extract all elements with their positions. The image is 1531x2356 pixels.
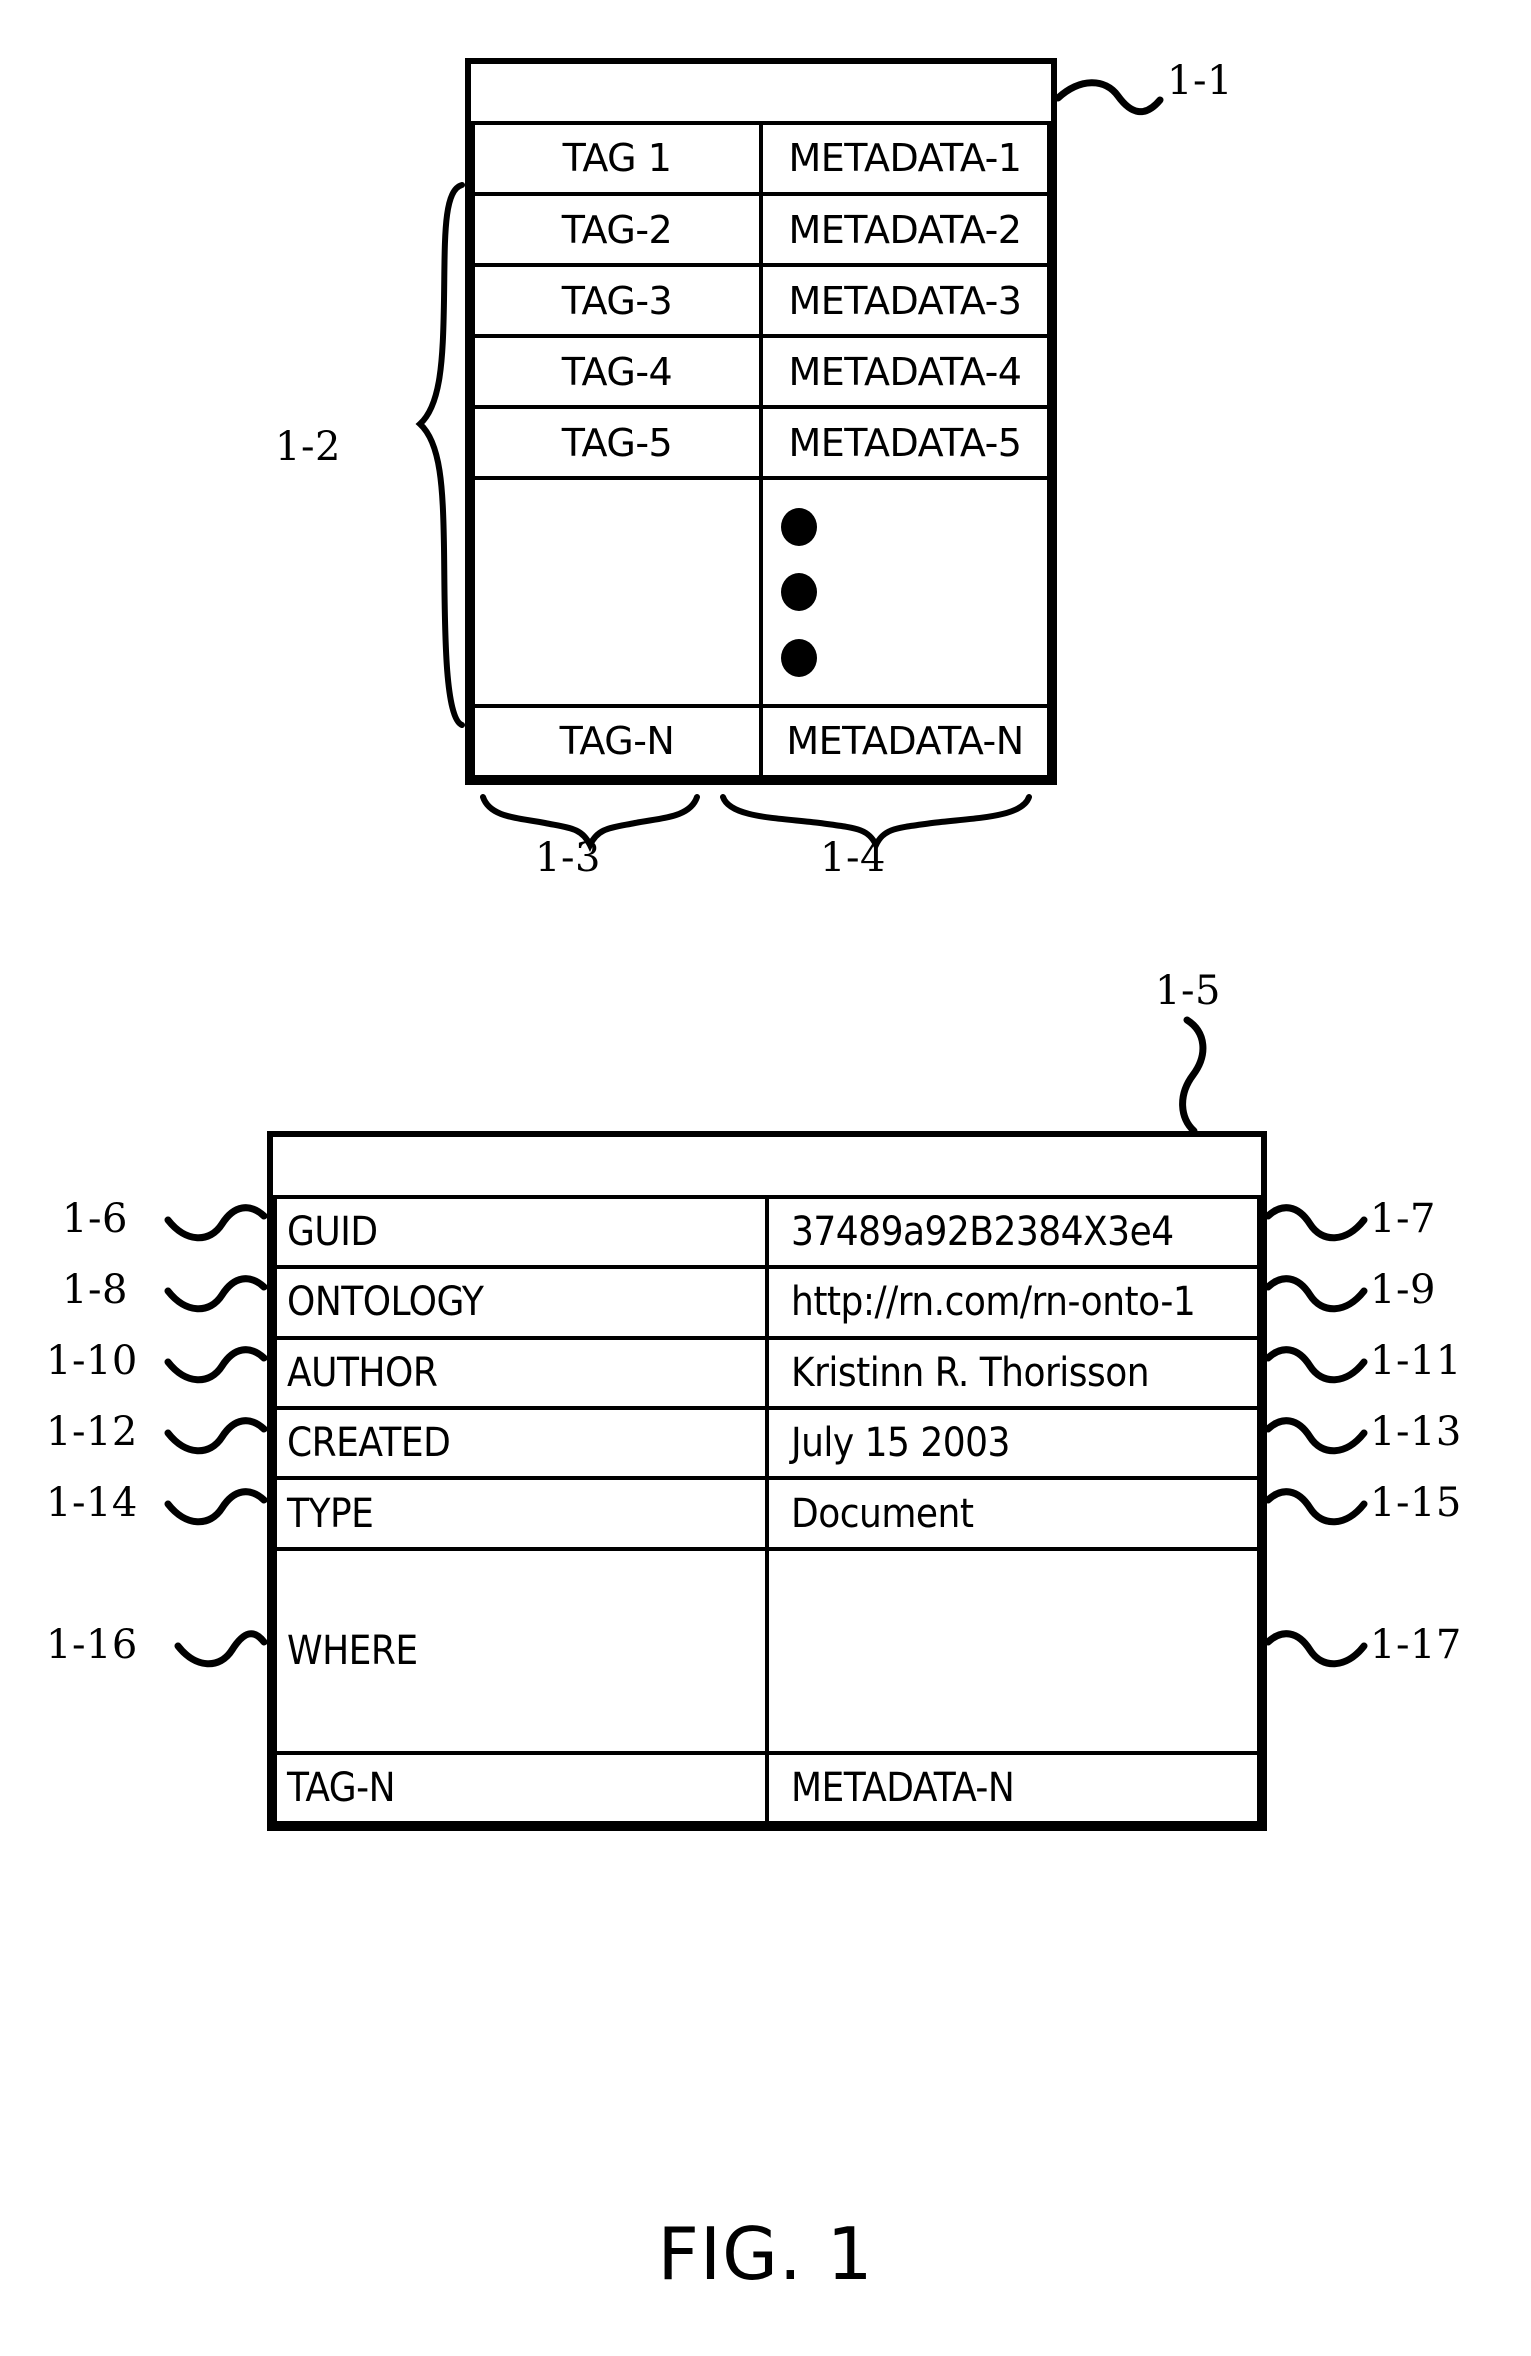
- leader-line-1-7: [1264, 1204, 1368, 1242]
- tag-cell: TAG-5: [471, 405, 763, 481]
- brace-1-2: [415, 182, 465, 728]
- tag-cell: TAG 1: [471, 120, 763, 197]
- leader-line-1-5: [1179, 1016, 1207, 1135]
- field-value-cell: http://rn.com/rn-onto-1: [765, 1265, 1261, 1340]
- metadata-cell: METADATA-4: [759, 334, 1051, 410]
- field-value-cell: Kristinn R. Thorisson: [765, 1335, 1261, 1411]
- leader-line-1-15: [1264, 1488, 1368, 1526]
- metadata-cell: METADATA-2: [759, 191, 1051, 268]
- table-row: TAG 1 METADATA-1: [471, 120, 1051, 197]
- field-key-cell: TAG-N: [273, 1750, 769, 1826]
- table-row: TAG-N METADATA-N: [273, 1750, 1261, 1826]
- field-key-cell: AUTHOR: [273, 1335, 769, 1411]
- ref-label-1-10: 1-10: [46, 1338, 138, 1384]
- field-value-cell: 37489a92B2384X3e4: [765, 1194, 1261, 1270]
- leader-line-1-17: [1264, 1630, 1368, 1668]
- table-row: CREATED July 15 2003: [273, 1405, 1261, 1481]
- metadata-cell: METADATA-N: [759, 703, 1051, 780]
- ref-label-1-16: 1-16: [46, 1622, 138, 1668]
- field-value-cell: METADATA-N: [765, 1750, 1261, 1826]
- table-row: [473, 64, 1049, 125]
- field-key-cell: GUID: [273, 1194, 769, 1270]
- ellipsis-dot-icon: [781, 507, 817, 546]
- table-row: TAG-5 METADATA-5: [471, 405, 1051, 481]
- field-key-cell: WHERE: [273, 1546, 769, 1755]
- ref-label-1-13: 1-13: [1370, 1409, 1462, 1455]
- leader-line-1-8: [164, 1346, 268, 1384]
- field-key-cell: CREATED: [273, 1405, 769, 1481]
- leader-line-1-13: [1264, 1417, 1368, 1455]
- table-row: WHERE: [273, 1546, 1261, 1755]
- ref-label-1-2: 1-2: [275, 424, 341, 470]
- table1-header-cell: [473, 64, 1049, 125]
- tag-metadata-table: TAG 1 METADATA-1 TAG-2 METADATA-2 TAG-3 …: [465, 58, 1057, 785]
- ref-label-1-6: 1-6: [62, 1196, 128, 1242]
- ref-label-1-1: 1-1: [1167, 58, 1233, 104]
- metadata-cell: METADATA-3: [759, 263, 1051, 339]
- table-row: AUTHOR Kristinn R. Thorisson: [273, 1335, 1261, 1411]
- ref-label-1-15: 1-15: [1370, 1480, 1462, 1526]
- table-row: ONTOLOGY http://rn.com/rn-onto-1: [273, 1265, 1261, 1340]
- leader-line-1-10: [164, 1275, 268, 1313]
- ref-label-1-12: 1-12: [46, 1409, 138, 1455]
- tag-cell: TAG-4: [471, 334, 763, 410]
- table2-header-cell: [275, 1137, 1259, 1199]
- ref-label-1-9: 1-9: [1370, 1267, 1436, 1313]
- tag-metadata-grid: TAG 1 METADATA-1 TAG-2 METADATA-2 TAG-3 …: [471, 64, 1051, 780]
- ref-label-1-8: 1-8: [62, 1267, 128, 1313]
- tag-cell: TAG-3: [471, 263, 763, 339]
- leader-line-1-6: [164, 1204, 268, 1242]
- metadata-record-grid: GUID 37489a92B2384X3e4 ONTOLOGY http://r…: [273, 1137, 1261, 1826]
- leader-line-1-12: [164, 1417, 268, 1455]
- table-row: TAG-4 METADATA-4: [471, 334, 1051, 410]
- field-value-cell: July 15 2003: [765, 1405, 1261, 1481]
- table-row: GUID 37489a92B2384X3e4: [273, 1194, 1261, 1270]
- leader-line-1-11: [1264, 1346, 1368, 1384]
- table-row: TAG-N METADATA-N: [471, 703, 1051, 780]
- leader-line-1-9: [1264, 1275, 1368, 1313]
- ellipsis-dot-icon: [781, 573, 817, 612]
- table-row: TAG-2 METADATA-2: [471, 191, 1051, 268]
- metadata-cell: METADATA-5: [759, 405, 1051, 481]
- metadata-cell: METADATA-1: [759, 120, 1051, 197]
- tag-cell: TAG-2: [471, 191, 763, 268]
- ref-label-1-11: 1-11: [1370, 1338, 1462, 1384]
- leader-line-1-16: [174, 1630, 268, 1668]
- leader-line-1-14: [164, 1488, 268, 1526]
- metadata-record-table: GUID 37489a92B2384X3e4 ONTOLOGY http://r…: [267, 1131, 1267, 1831]
- tag-cell: TAG-N: [471, 703, 763, 780]
- table-row: [275, 1137, 1259, 1199]
- ref-label-1-3: 1-3: [535, 835, 601, 881]
- field-key-cell: TYPE: [273, 1476, 769, 1551]
- tag-cell-empty: [471, 476, 763, 708]
- field-value-cell: [765, 1546, 1261, 1755]
- vertical-ellipsis-icon: [771, 480, 1039, 704]
- ellipsis-dot-icon: [781, 638, 817, 677]
- figure-caption: FIG. 1: [657, 2212, 874, 2296]
- table-row: TAG-3 METADATA-3: [471, 263, 1051, 339]
- table-row: TYPE Document: [273, 1476, 1261, 1551]
- ref-label-1-5: 1-5: [1155, 968, 1221, 1014]
- table-row-ellipsis: [471, 476, 1051, 708]
- ref-label-1-4: 1-4: [820, 835, 886, 881]
- field-value-cell: Document: [765, 1476, 1261, 1551]
- leader-line-1-1: [1054, 79, 1164, 115]
- field-key-cell: ONTOLOGY: [273, 1265, 769, 1340]
- ref-label-1-7: 1-7: [1370, 1196, 1436, 1242]
- ref-label-1-17: 1-17: [1370, 1622, 1462, 1668]
- metadata-cell-ellipsis: [759, 476, 1051, 708]
- ref-label-1-14: 1-14: [46, 1480, 138, 1526]
